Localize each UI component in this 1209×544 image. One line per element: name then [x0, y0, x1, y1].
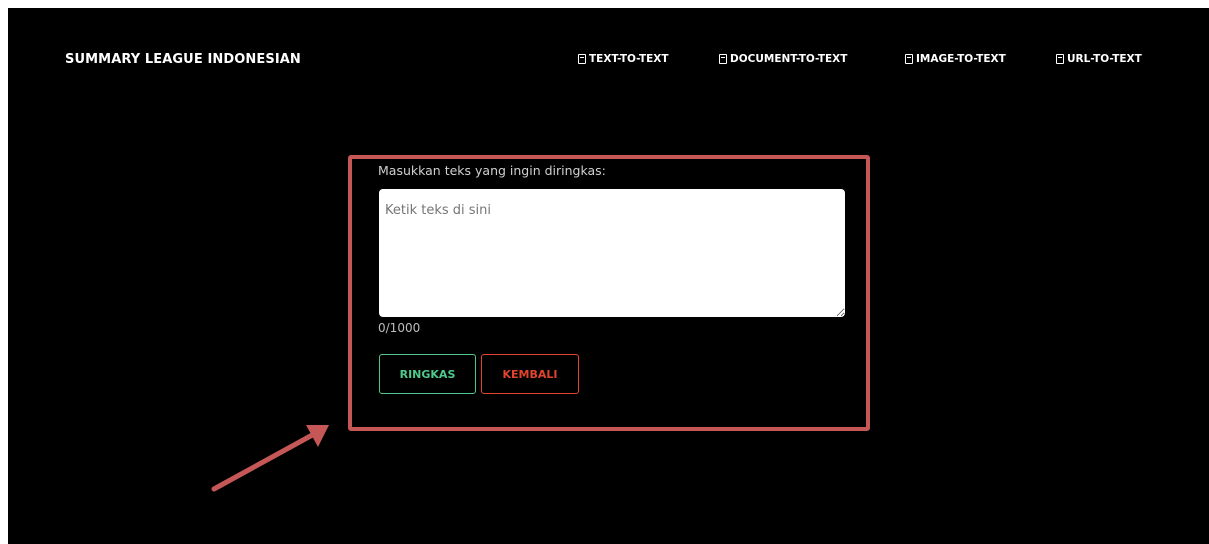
input-prompt-label: Masukkan teks yang ingin diringkas: — [378, 163, 606, 178]
nav-item-url-to-text[interactable]: URL-TO-TEXT — [1056, 53, 1142, 65]
nav-item-document-to-text[interactable]: DOCUMENT-TO-TEXT — [719, 53, 847, 65]
nav-item-image-to-text[interactable]: IMAGE-TO-TEXT — [905, 53, 1006, 65]
document-icon — [578, 54, 586, 64]
nav-item-label: URL-TO-TEXT — [1067, 53, 1142, 65]
document-icon — [1056, 54, 1064, 64]
back-button[interactable]: KEMBALI — [481, 354, 579, 394]
document-icon — [905, 54, 913, 64]
nav-item-text-to-text[interactable]: TEXT-TO-TEXT — [578, 53, 669, 65]
summarize-button[interactable]: RINGKAS — [379, 354, 476, 394]
summary-text-input[interactable] — [379, 189, 845, 317]
nav-item-label: DOCUMENT-TO-TEXT — [730, 53, 848, 65]
nav-item-label: IMAGE-TO-TEXT — [916, 53, 1006, 65]
character-counter: 0/1000 — [378, 321, 421, 335]
app-frame: SUMMARY LEAGUE INDONESIAN TEXT-TO-TEXT D… — [8, 8, 1209, 544]
top-nav: TEXT-TO-TEXT DOCUMENT-TO-TEXT IMAGE-TO-T… — [8, 53, 1209, 69]
document-icon — [719, 54, 727, 64]
nav-item-label: TEXT-TO-TEXT — [589, 53, 669, 65]
